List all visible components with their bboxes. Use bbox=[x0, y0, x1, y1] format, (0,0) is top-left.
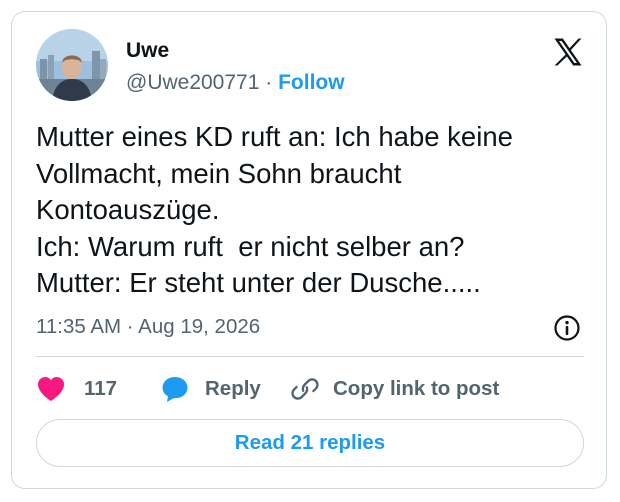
read-replies-label: Read 21 replies bbox=[234, 431, 386, 454]
tweet-text: Mutter eines KD ruft an: Ich habe keine … bbox=[36, 119, 586, 302]
copy-link-label: Copy link to post bbox=[333, 377, 500, 400]
like-button[interactable]: 117 bbox=[36, 372, 117, 406]
reply-bubble-icon bbox=[160, 374, 190, 404]
tweet-line: Vollmacht, mein Sohn braucht bbox=[36, 157, 402, 189]
reply-label: Reply bbox=[205, 377, 261, 400]
author-name[interactable]: Uwe bbox=[126, 38, 169, 64]
tweet-card: Uwe @Uwe200771 · Follow Mutter eines KD … bbox=[11, 11, 607, 489]
like-count: 117 bbox=[84, 377, 118, 400]
author-handle[interactable]: @Uwe200771 bbox=[126, 71, 259, 94]
tweet-line: Kontoauszüge. bbox=[36, 194, 220, 225]
action-bar: 117 Reply Copy link to post bbox=[12, 372, 606, 406]
avatar[interactable] bbox=[36, 29, 108, 101]
author-handle-row: @Uwe200771 · Follow bbox=[126, 70, 345, 96]
tweet-line: Mutter eines KD ruft an: Ich habe keine bbox=[36, 121, 513, 152]
user-avatar-photo bbox=[36, 29, 108, 101]
link-icon bbox=[291, 375, 319, 403]
read-replies-button[interactable]: Read 21 replies bbox=[36, 419, 584, 467]
tweet-timestamp[interactable]: 11:35 AM · Aug 19, 2026 bbox=[36, 314, 260, 340]
follow-button[interactable]: Follow bbox=[278, 71, 345, 94]
heart-icon bbox=[36, 375, 66, 403]
copy-link-button[interactable]: Copy link to post bbox=[291, 372, 499, 406]
handle-separator: · bbox=[259, 71, 279, 94]
tweet-line: Mutter: Er steht unter der Dusche..... bbox=[36, 267, 481, 298]
info-icon[interactable] bbox=[553, 314, 581, 342]
x-logo-icon[interactable] bbox=[553, 37, 583, 67]
divider bbox=[36, 356, 584, 357]
tweet-line: Ich: Warum ruft er nicht selber an? bbox=[36, 230, 465, 262]
reply-button[interactable]: Reply bbox=[160, 372, 261, 406]
